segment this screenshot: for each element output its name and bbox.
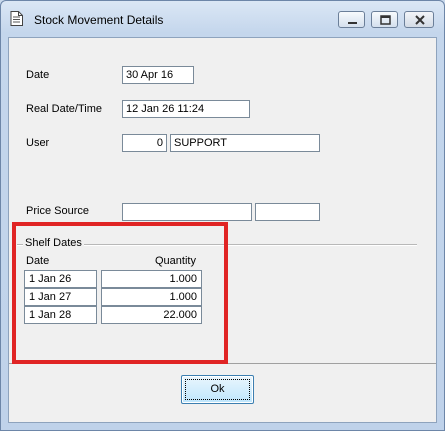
date-label: Date [26,69,50,81]
maximize-icon [380,15,391,25]
user-name-field[interactable]: SUPPORT [170,134,320,152]
user-label: User [26,137,50,149]
close-icon [415,15,425,25]
dialog-window: Stock Movement Details Date 30 Apr 16 Re… [0,0,445,431]
real-datetime-field[interactable]: 12 Jan 26 11:24 [122,100,250,118]
title-bar[interactable]: Stock Movement Details [1,1,444,37]
document-icon [10,11,23,26]
date-field[interactable]: 30 Apr 16 [122,66,194,84]
real-datetime-label: Real Date/Time [26,103,103,115]
price-source-label: Price Source [26,205,89,217]
close-button[interactable] [404,11,434,28]
ok-button[interactable]: Ok [181,375,254,404]
highlight-annotation-box [12,222,228,364]
maximize-button[interactable] [371,11,398,28]
ok-button-label: Ok [210,383,225,395]
user-id-field[interactable]: 0 [122,134,167,152]
window-title: Stock Movement Details [34,13,164,27]
price-source-extra-field[interactable] [255,203,320,221]
minimize-icon [348,22,357,24]
minimize-button[interactable] [338,11,365,28]
price-source-field[interactable] [122,203,252,221]
